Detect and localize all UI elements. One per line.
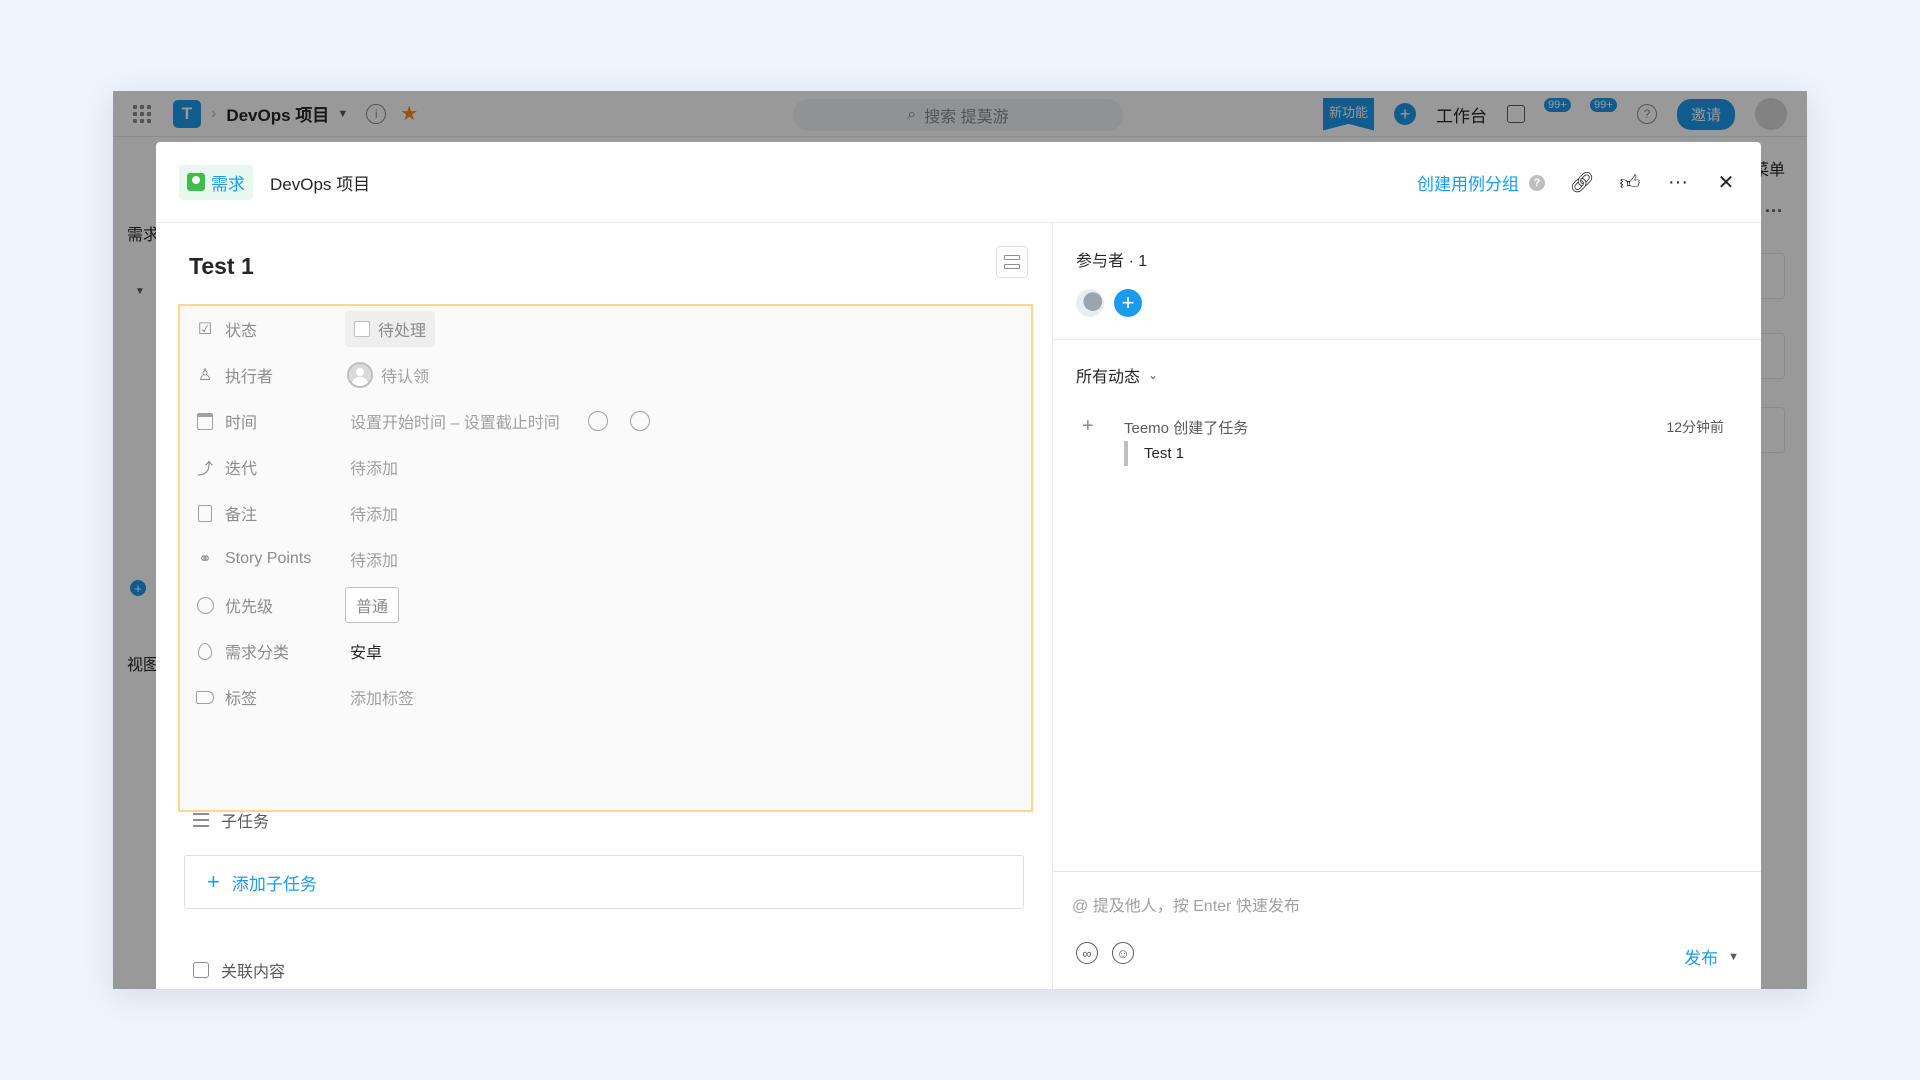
field-label: 时间 [225,415,258,432]
task-fields: ☑︎ 状态 待处理 ♙ 执行者 待认领 时间 设置开始时间 – 设置截止时间 ⤴… [178,304,1033,812]
subtasks-label: 子任务 [221,814,270,831]
priority-chip[interactable]: 普通 [345,587,400,623]
status-checkbox[interactable] [354,321,370,337]
field-tags[interactable]: 标签 添加标签 [180,674,1031,720]
field-label: Story Points [225,550,312,567]
layout-toggle-button[interactable] [996,246,1028,278]
tags-value[interactable]: 添加标签 [350,685,414,709]
task-type-tag[interactable]: 需求 [179,164,253,200]
requirement-icon [187,173,205,191]
plus-icon: + [207,869,220,894]
story-points-icon: ⚭ [198,551,212,568]
caret-down-icon[interactable]: ▼ [1728,951,1739,963]
participant-list: + [1076,289,1142,317]
assignee-avatar [347,362,373,388]
field-label: 标签 [225,691,258,708]
create-group-label: 创建用例分组 [1417,175,1519,194]
relation-icon [193,962,209,978]
subtasks-section: 子任务 [193,803,269,837]
field-label: 需求分类 [225,645,290,662]
field-category[interactable]: 需求分类 安卓 [180,628,1031,674]
field-label: 备注 [225,507,258,524]
task-type-label: 需求 [211,174,245,194]
participant-avatar[interactable] [1076,289,1104,317]
lightbulb-icon [195,641,215,661]
field-priority[interactable]: 优先级 普通 [180,582,1031,628]
field-label: 优先级 [225,599,274,616]
field-story-points[interactable]: ⚭ Story Points 待添加 [180,536,1031,582]
field-label: 状态 [225,323,258,340]
divider [1054,339,1761,340]
chevron-down-icon: ⌄ [1148,368,1159,382]
list-icon [193,813,209,827]
thumbs-up-icon[interactable]: 👍︎ [1619,172,1641,194]
activity-time: 12分钟前 [1666,419,1724,435]
time-range-value[interactable]: 设置开始时间 – 设置截止时间 [350,409,560,433]
assignee-value[interactable]: 待认领 [381,363,429,387]
add-participant-icon[interactable]: + [1114,289,1142,317]
close-icon[interactable]: ✕ [1715,172,1737,194]
task-detail-pane: Test 1 ☑︎ 状态 待处理 ♙ 执行者 待认领 时间 设置开始时间 – 设… [156,223,1053,989]
field-note[interactable]: 备注 待添加 [180,490,1031,536]
category-value[interactable]: 安卓 [350,639,382,663]
story-points-value[interactable]: 待添加 [350,547,398,571]
related-label: 关联内容 [221,964,286,981]
modal-header: 需求 DevOps 项目 创建用例分组 ? 🔗︎ 👍︎ ··· ✕ [156,142,1761,223]
question-icon[interactable]: ? [1529,174,1545,191]
field-label: 迭代 [225,461,258,478]
field-sprint[interactable]: ⤴ 迭代 待添加 [180,444,1031,490]
alarm-icon[interactable] [629,411,650,431]
status-chip[interactable]: 待处理 [345,311,436,347]
plus-icon: + [1082,415,1094,437]
field-time[interactable]: 时间 设置开始时间 – 设置截止时间 [180,398,1031,444]
breadcrumb-project[interactable]: DevOps 项目 [270,170,370,195]
user-icon: ♙ [197,367,213,384]
checkbox-square-icon: ☑︎ [197,321,213,338]
tag-icon [195,687,215,707]
field-assignee[interactable]: ♙ 执行者 待认领 [180,352,1031,398]
comment-composer: ∞ ☺ 发布 ▼ [1054,871,1761,989]
activity-pane: 参与者 · 1 + 所有动态 ⌄ + Teemo 创建了任务 12分钟前 Tes… [1054,223,1761,989]
field-status[interactable]: ☑︎ 状态 待处理 [180,306,1031,352]
comment-input[interactable] [1072,898,1712,916]
note-icon [195,503,215,523]
activity-quote: Test 1 [1124,441,1184,466]
emoji-icon[interactable]: ☺ [1112,942,1134,964]
publish-label: 发布 [1684,949,1719,968]
sprint-icon: ⤴ [196,461,213,478]
create-case-group-link[interactable]: 创建用例分组 ? [1417,170,1545,195]
activity-text: Teemo 创建了任务 [1124,420,1249,437]
publish-button[interactable]: 发布 ▼ [1684,944,1739,969]
activity-filter-label: 所有动态 [1076,369,1141,386]
link-icon[interactable]: 🔗︎ [1569,172,1594,194]
attachment-icon[interactable]: ∞ [1076,942,1098,964]
field-label: 执行者 [225,369,274,386]
add-subtask-label: 添加子任务 [231,874,317,894]
more-icon[interactable]: ··· [1667,171,1689,194]
status-value: 待处理 [378,323,427,340]
circle-icon [195,595,215,615]
note-value[interactable]: 待添加 [350,501,398,525]
participants-header: 参与者 · 1 [1076,253,1148,270]
sprint-value[interactable]: 待添加 [350,455,398,479]
activity-filter-dropdown[interactable]: 所有动态 ⌄ [1076,363,1158,387]
add-subtask-button[interactable]: + 添加子任务 [184,855,1024,909]
related-section: 关联内容 [193,955,285,985]
task-title[interactable]: Test 1 [189,253,254,280]
repeat-icon[interactable] [587,411,608,431]
calendar-icon [195,411,215,431]
task-detail-modal: 需求 DevOps 项目 创建用例分组 ? 🔗︎ 👍︎ ··· ✕ Test 1… [156,142,1761,989]
